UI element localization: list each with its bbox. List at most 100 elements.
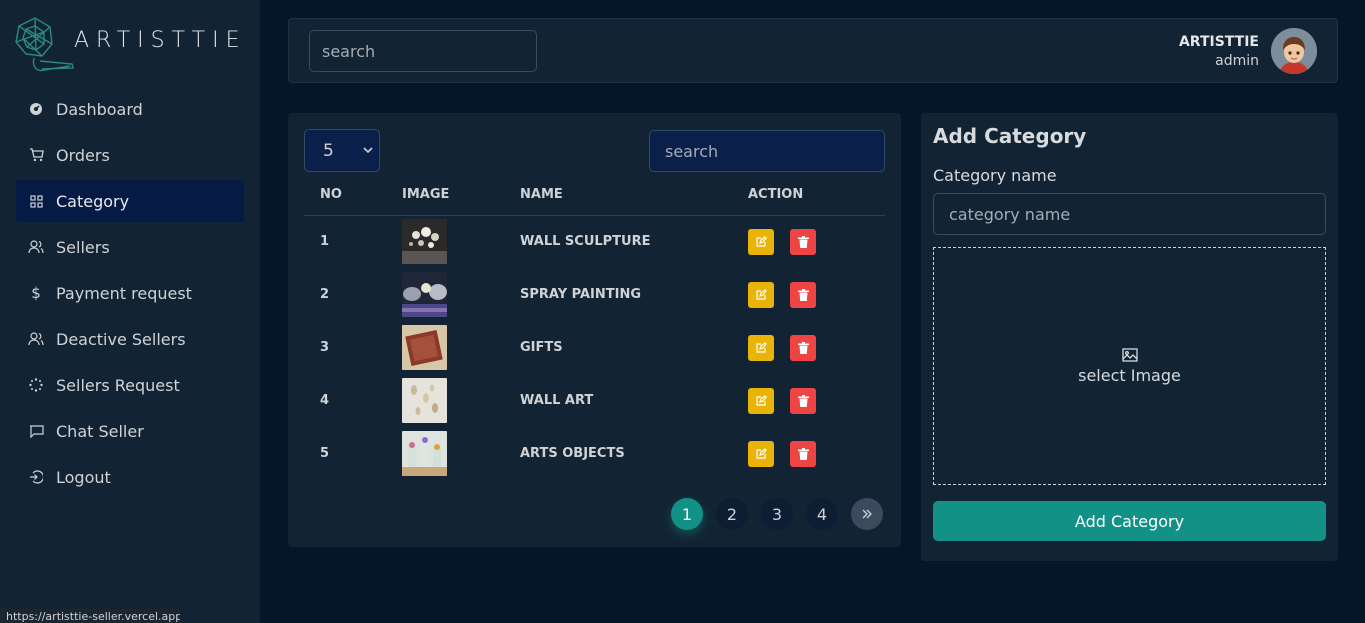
edit-icon [756,288,767,300]
image-upload-dropzone[interactable]: select Image [933,247,1326,485]
page-button-1[interactable]: 1 [671,498,703,530]
category-image[interactable] [402,325,447,370]
category-name-input[interactable] [933,193,1326,235]
user-name: ARTISTTIE [1178,33,1259,50]
row-number: 5 [320,446,330,461]
category-name: GIFTS [520,340,563,355]
sidebar-item-label: Chat Seller [56,421,144,441]
logo-mark-icon [15,17,74,72]
sidebar-item-label: Sellers Request [56,375,180,395]
sidebar-item-logout[interactable]: Logout [16,456,244,498]
table-row: 1 WALL SCULPTURE [304,215,885,268]
users-icon [28,239,44,255]
trash-icon [797,288,809,301]
table-header-row: NO IMAGE NAME ACTION [304,175,885,216]
sidebar-item-chat-seller[interactable]: Chat Seller [16,410,244,452]
delete-button[interactable] [790,440,816,467]
sidebar-item-payment-request[interactable]: $ Payment request [16,272,244,314]
trash-icon [797,341,809,354]
page-button-4[interactable]: 4 [806,498,838,530]
per-page-value: 5 [323,140,334,161]
edit-button[interactable] [748,334,774,361]
table-row: 2 SPRAY PAINTING [304,268,885,321]
edit-icon [756,235,767,247]
category-image[interactable] [402,219,447,265]
trash-icon [797,235,809,248]
users-icon [28,331,44,347]
sidebar-item-label: Category [56,191,130,211]
category-name-label: Category name [933,166,1057,185]
column-header-no: NO [304,175,386,216]
user-role: admin [1215,52,1259,69]
sidebar-item-label: Logout [56,467,111,487]
sidebar-item-category[interactable]: Category [16,180,244,222]
image-icon [1121,347,1138,362]
category-table-panel: 5 NO IMAGE NAME ACTION 1 [288,113,901,547]
header-search-input[interactable] [309,30,537,72]
logout-icon [28,469,44,485]
edit-button[interactable] [748,440,774,467]
brand-name: ARTISTTIE [74,27,247,53]
add-category-panel: Add Category Category name select Image … [921,113,1338,561]
sidebar-item-label: Dashboard [56,99,143,119]
per-page-select[interactable]: 5 [304,129,380,172]
column-header-action: ACTION [732,175,885,216]
category-name: WALL ART [520,393,594,408]
sidebar-item-sellers[interactable]: Sellers [16,226,244,268]
avatar[interactable] [1271,28,1317,74]
page-button-3[interactable]: 3 [761,498,793,530]
sidebar-item-label: Sellers [56,237,110,257]
status-bar-url: https://artisttie-seller.vercel.app [0,609,180,623]
next-page-button[interactable] [851,498,883,530]
dashboard-gauge-icon [28,101,44,117]
category-image[interactable] [402,431,447,476]
pagination: 1 2 3 4 [671,498,883,530]
add-category-title: Add Category [933,124,1087,148]
user-profile[interactable]: ARTISTTIE admin [1179,28,1317,74]
column-header-image: IMAGE [386,175,504,216]
category-name: WALL SCULPTURE [520,234,651,250]
row-number: 1 [320,234,330,250]
category-name: SPRAY PAINTING [520,287,642,302]
delete-button[interactable] [790,228,816,255]
chevron-down-icon [363,143,373,157]
edit-button[interactable] [748,387,774,414]
sidebar-nav: Dashboard Orders Category Sellers $ Paym… [16,88,244,502]
edit-button[interactable] [748,228,774,255]
table-row: 4 WALL ART [304,374,885,427]
table-row: 3 GIFTS [304,321,885,374]
delete-button[interactable] [790,281,816,308]
grid-icon [28,193,44,209]
page-button-2[interactable]: 2 [716,498,748,530]
edit-icon [756,394,767,406]
sidebar-item-label: Payment request [56,283,192,303]
edit-button[interactable] [748,281,774,308]
edit-icon [756,341,767,353]
table-row: 5 ARTS OBJECTS [304,427,885,480]
brand-logo[interactable]: ARTISTTIE [10,14,247,80]
delete-button[interactable] [790,387,816,414]
loader-icon [28,377,44,393]
sidebar: ARTISTTIE Dashboard Orders Category Sell… [0,0,260,623]
chat-icon [28,423,44,439]
add-category-button[interactable]: Add Category [933,501,1326,541]
category-image[interactable] [402,378,447,423]
trash-icon [797,394,809,407]
sidebar-item-sellers-request[interactable]: Sellers Request [16,364,244,406]
sidebar-item-label: Orders [56,145,110,165]
category-table: NO IMAGE NAME ACTION 1 WALL SCULPTURE 2 … [304,175,885,480]
sidebar-item-label: Deactive Sellers [56,329,186,349]
row-number: 3 [320,340,330,355]
cart-icon [28,147,44,163]
sidebar-item-orders[interactable]: Orders [16,134,244,176]
select-image-label: select Image [1078,365,1181,385]
category-name: ARTS OBJECTS [520,446,625,461]
sidebar-item-dashboard[interactable]: Dashboard [16,88,244,130]
category-image[interactable] [402,272,447,317]
delete-button[interactable] [790,334,816,361]
double-chevron-right-icon [862,509,872,519]
top-header: ARTISTTIE admin [288,18,1338,83]
table-search-input[interactable] [649,130,885,172]
sidebar-item-deactive-sellers[interactable]: Deactive Sellers [16,318,244,360]
row-number: 2 [320,287,330,302]
